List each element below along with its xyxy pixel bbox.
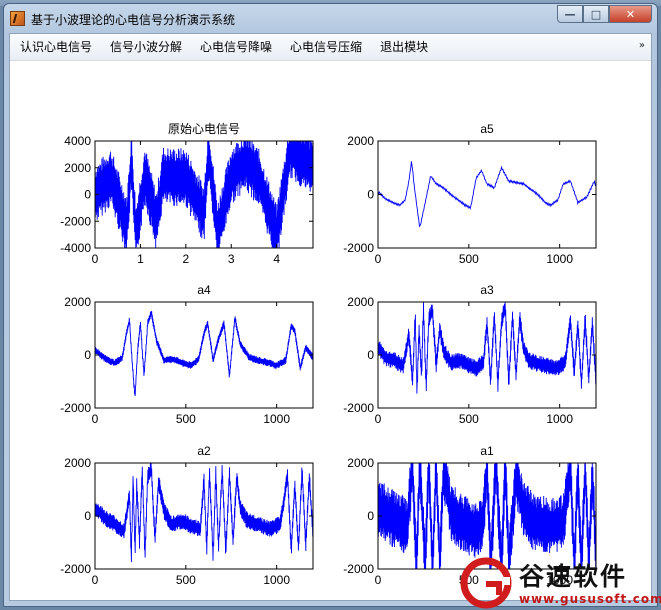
close-button[interactable]: ✕ <box>609 5 652 23</box>
y-tick-label: 2000 <box>347 456 374 470</box>
chart-title: 原始心电信号 <box>168 122 240 136</box>
chart-1: 400020000-2000-40000 1 2 3 4原始心电信号 <box>60 122 314 266</box>
y-tick-label: -2000 <box>343 401 374 415</box>
x-tick-label: 2 <box>182 252 189 266</box>
window-title: 基于小波理论的心电信号分析演示系统 <box>31 13 236 27</box>
y-tick-label: 0 <box>367 348 374 362</box>
menu-item-compress[interactable]: 心电信号压缩 <box>282 37 370 57</box>
x-tick-label: 0 <box>92 252 99 266</box>
chart-title: a5 <box>480 122 494 136</box>
y-tick-label: 0 <box>84 188 91 202</box>
matlab-icon <box>10 11 25 26</box>
x-tick-label: 0 <box>375 573 382 587</box>
y-tick-label: 2000 <box>64 456 91 470</box>
y-tick-label: -2000 <box>343 562 374 576</box>
x-tick-label: 1000 <box>546 252 573 266</box>
minimize-button[interactable]: — <box>557 5 583 23</box>
chart-title: a4 <box>197 283 211 297</box>
menu-item-decompose[interactable]: 信号小波分解 <box>102 37 190 57</box>
y-tick-label: -2000 <box>60 401 91 415</box>
y-tick-label: 2000 <box>64 161 91 175</box>
menu-item-denoise[interactable]: 心电信号降噪 <box>192 37 280 57</box>
y-tick-label: 2000 <box>347 295 374 309</box>
app-window: 基于小波理论的心电信号分析演示系统 — □ ✕ 认识心电信号 信号小波分解 心电… <box>3 3 658 607</box>
close-icon: ✕ <box>625 7 636 21</box>
x-tick-label: 4 <box>273 252 280 266</box>
menu-overflow-icon[interactable]: » <box>639 40 645 51</box>
maximize-button[interactable]: □ <box>583 5 609 23</box>
plot-area <box>95 302 313 408</box>
x-tick-label: 0 <box>92 412 99 426</box>
chart-title: a1 <box>480 444 494 458</box>
title-bar[interactable]: 基于小波理论的心电信号分析演示系统 — □ ✕ <box>4 4 657 32</box>
menu-item-exit[interactable]: 退出模块 <box>372 37 436 57</box>
watermark-logo-icon <box>460 557 512 609</box>
y-tick-label: 4000 <box>64 134 91 148</box>
x-tick-label: 1000 <box>263 573 290 587</box>
menu-bar: 认识心电信号 信号小波分解 心电信号降噪 心电信号压缩 退出模块 » <box>10 34 651 61</box>
x-tick-label: 500 <box>176 573 196 587</box>
watermark-url: www.gususoft.com <box>519 592 661 606</box>
chart-3: 20000-20000 500 1000a4 <box>60 283 314 426</box>
chart-5: 20000-20000 500 1000a2 <box>60 444 314 587</box>
y-tick-label: -2000 <box>60 214 91 228</box>
y-tick-label: 0 <box>367 188 374 202</box>
x-tick-label: 500 <box>459 412 479 426</box>
y-tick-label: 0 <box>84 509 91 523</box>
x-tick-label: 0 <box>375 412 382 426</box>
x-tick-label: 500 <box>459 252 479 266</box>
plot-area <box>378 141 596 248</box>
chart-2: 20000-20000 500 1000a5 <box>343 122 597 266</box>
chart-4: 20000-20000 500 1000a3 <box>343 283 597 426</box>
y-tick-label: 0 <box>84 348 91 362</box>
x-tick-label: 1 <box>137 252 144 266</box>
x-tick-label: 0 <box>92 573 99 587</box>
chart-title: a3 <box>480 283 494 297</box>
x-tick-label: 1000 <box>546 412 573 426</box>
watermark-title: 谷速软件 <box>519 562 628 591</box>
x-tick-label: 500 <box>176 412 196 426</box>
y-tick-label: -2000 <box>60 562 91 576</box>
x-tick-label: 0 <box>375 252 382 266</box>
chart-title: a2 <box>197 444 211 458</box>
y-tick-label: -4000 <box>60 241 91 255</box>
x-tick-label: 3 <box>228 252 235 266</box>
menu-item-intro[interactable]: 认识心电信号 <box>12 37 100 57</box>
figure-client-area: 认识心电信号 信号小波分解 心电信号降噪 心电信号压缩 退出模块 » 4000 2… <box>9 33 652 601</box>
minimize-icon: — <box>564 7 576 21</box>
y-tick-label: -2000 <box>343 241 374 255</box>
plots-canvas: 400020000-2000-40000 1 2 3 4原始心电信号20000-2000… <box>60 122 597 587</box>
y-tick-label: 2000 <box>347 134 374 148</box>
y-tick-label: 0 <box>367 509 374 523</box>
window-controls: — □ ✕ <box>557 5 652 23</box>
watermark: 谷速软件 www.gususoft.com <box>455 553 661 610</box>
x-tick-label: 1000 <box>263 412 290 426</box>
y-tick-label: 2000 <box>64 295 91 309</box>
maximize-icon: □ <box>590 7 602 21</box>
